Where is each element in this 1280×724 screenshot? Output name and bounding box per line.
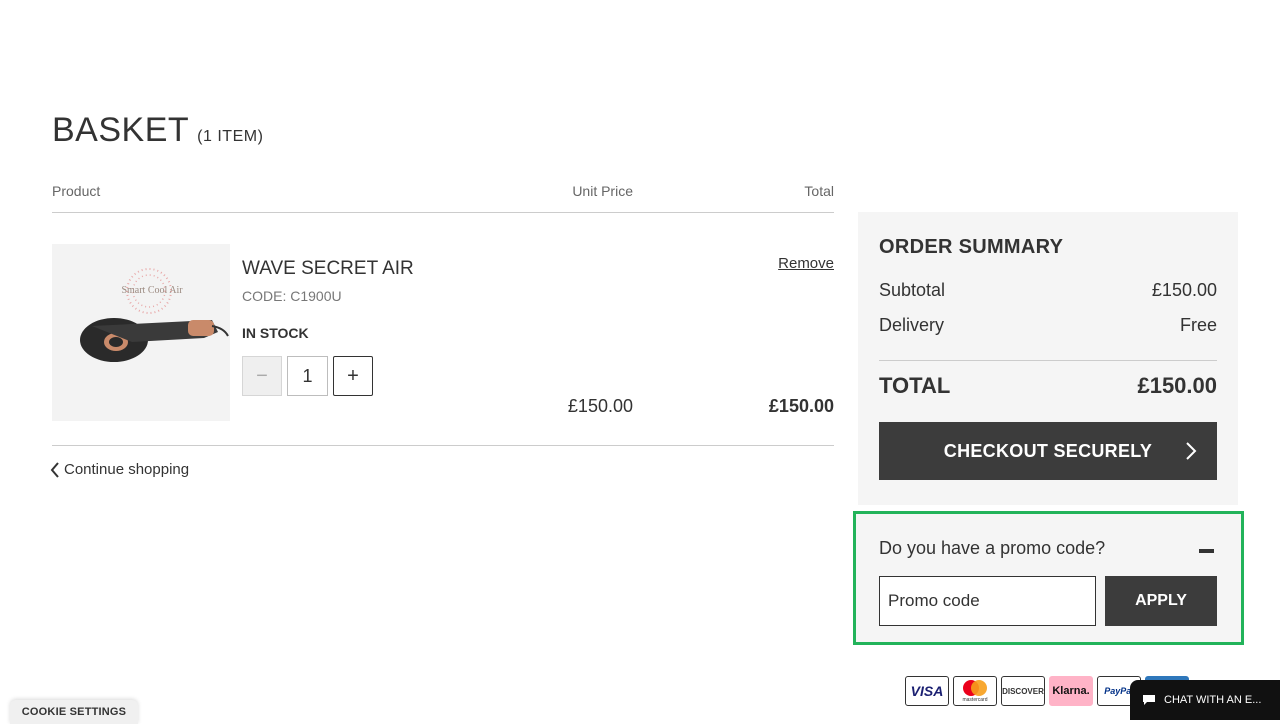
product-name[interactable]: WAVE SECRET AIR: [242, 258, 414, 280]
chevron-left-icon: [50, 461, 59, 478]
total-value: £150.00: [1137, 373, 1217, 398]
remove-item-link[interactable]: Remove: [760, 255, 834, 272]
subtotal-value: £150.00: [1151, 280, 1217, 300]
item-total: £150.00: [768, 396, 834, 416]
chat-bubble-icon: [1143, 695, 1155, 705]
summary-divider: [879, 360, 1217, 361]
visa-logo-text: VISA: [910, 683, 944, 699]
product-image-caption: Smart Cool Air: [121, 285, 183, 296]
product-code: CODE: C1900U: [242, 288, 342, 304]
quantity-input[interactable]: [287, 356, 328, 396]
chevron-right-icon: [1186, 442, 1197, 460]
mastercard-circles-icon: [963, 680, 987, 696]
promo-code-question[interactable]: Do you have a promo code?: [879, 538, 1105, 559]
collapse-icon[interactable]: [1199, 549, 1214, 553]
header-divider: [52, 212, 834, 213]
visa-logo: VISA: [905, 676, 949, 706]
chat-button[interactable]: CHAT WITH AN E...: [1130, 680, 1280, 720]
discover-logo-text: DISCOVER: [1002, 686, 1044, 696]
curler-illustration: [80, 268, 229, 362]
item-count: (1 ITEM): [197, 128, 264, 145]
klarna-logo: Klarna.: [1049, 676, 1093, 706]
subtotal-label: Subtotal: [879, 280, 946, 300]
column-header-unit-price: Unit Price: [572, 183, 633, 199]
chat-button-label: CHAT WITH AN E...: [1164, 694, 1262, 706]
total-label: TOTAL: [879, 373, 951, 398]
row-divider: [52, 445, 834, 446]
continue-shopping-link[interactable]: Continue shopping: [50, 461, 189, 478]
delivery-label: Delivery: [879, 315, 945, 335]
checkout-button[interactable]: CHECKOUT SECURELY: [879, 422, 1217, 480]
quantity-decrease-button[interactable]: −: [242, 356, 282, 396]
stock-status: IN STOCK: [242, 325, 309, 341]
apply-promo-button[interactable]: APPLY: [1105, 576, 1217, 626]
cookie-settings-button[interactable]: COOKIE SETTINGS: [10, 700, 138, 724]
checkout-button-label: CHECKOUT SECURELY: [943, 440, 1153, 461]
column-header-total: Total: [804, 183, 834, 199]
product-image[interactable]: [52, 244, 230, 421]
continue-shopping-label: Continue shopping: [64, 461, 190, 478]
quantity-increase-button[interactable]: +: [333, 356, 373, 396]
page-title-text: BASKET: [52, 111, 190, 149]
item-unit-price: £150.00: [567, 396, 633, 416]
discover-logo: DISCOVER: [1001, 676, 1045, 706]
page-title: BASKET (1 ITEM): [52, 110, 263, 157]
mastercard-logo: mastercard: [953, 676, 997, 706]
delivery-value: Free: [1179, 315, 1217, 335]
order-summary-title: ORDER SUMMARY: [879, 236, 1064, 258]
promo-code-input[interactable]: [879, 576, 1096, 626]
klarna-logo-text: Klarna.: [1052, 685, 1090, 697]
mastercard-logo-text: mastercard: [962, 697, 988, 703]
column-header-product: Product: [52, 183, 101, 199]
